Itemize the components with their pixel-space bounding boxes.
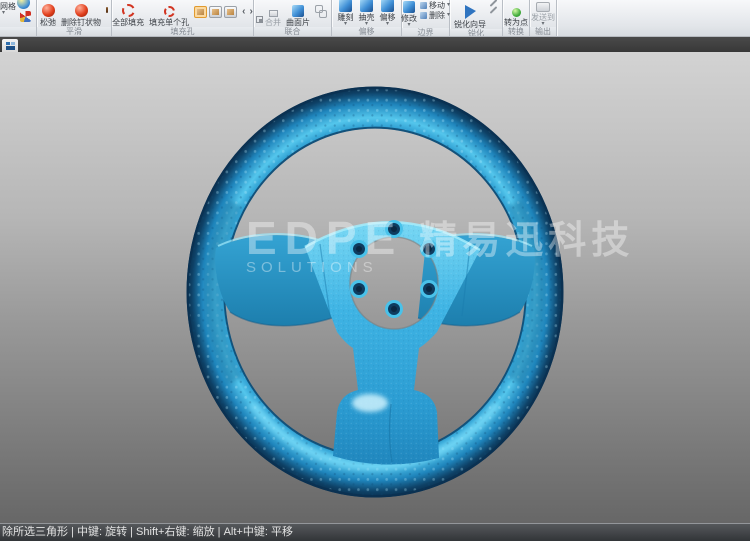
status-bar: 除所选三角形 | 中键: 旋转 | Shift+右键: 缩放 | Alt+中键:… <box>0 523 750 541</box>
fill-method-option-selected[interactable] <box>194 6 207 18</box>
move-icon <box>420 2 427 9</box>
fill-method-option[interactable] <box>209 6 222 18</box>
sharpen-wizard-button[interactable]: 锐化向导 <box>454 10 486 29</box>
send-to-icon <box>536 2 550 12</box>
ribbon-group-convert: 转为点 转换 <box>503 0 530 37</box>
modify-icon <box>403 1 415 13</box>
steering-wheel-mesh <box>0 52 750 523</box>
merge-icon <box>269 10 278 17</box>
viewport-tab[interactable] <box>2 39 18 52</box>
group-caption-combine: 联合 <box>254 27 331 37</box>
ribbon-group-fill-holes: 全部填充 填充单个孔 ‹ › 填充孔 <box>112 0 254 37</box>
shell-button[interactable]: 抽壳 ▾ <box>359 4 375 27</box>
group-caption-output: 输出 <box>530 27 556 37</box>
to-points-icon <box>512 8 521 17</box>
shell-icon <box>360 0 373 12</box>
chevron-down-icon: ▾ <box>541 22 544 27</box>
fill-all-icon <box>122 4 135 17</box>
sharpen-wizard-icon <box>465 5 476 19</box>
fill-single-hole-button[interactable]: 填充单个孔 <box>149 11 189 27</box>
chevron-down-icon[interactable]: ▾ <box>2 11 5 16</box>
move-button[interactable]: 移动▾ <box>420 1 450 10</box>
modify-button[interactable]: 修改 ▾ <box>401 6 417 28</box>
delete-button[interactable]: 删除▾ <box>420 11 450 20</box>
sculpt-icon <box>339 0 352 12</box>
ribbon-group-mesh: 网格 ▾ <box>0 0 37 37</box>
gallery-next-icon[interactable]: › <box>250 6 253 17</box>
group-caption-fill-holes: 填充孔 <box>112 27 253 37</box>
chevron-down-icon: ▾ <box>386 22 389 27</box>
remove-spikes-icon <box>75 4 88 17</box>
ribbon-toolbar: 网格 ▾ 松弛 删除钉状物 平滑 全部填充 <box>0 0 750 37</box>
group-caption-mesh <box>0 27 36 37</box>
clay-lump-icon[interactable] <box>106 7 108 13</box>
delete-icon <box>420 12 427 19</box>
relax-sphere-icon <box>42 4 55 17</box>
offset-icon <box>381 0 394 12</box>
group-caption-smooth: 平滑 <box>37 27 111 37</box>
ribbon-group-smooth: 松弛 删除钉状物 平滑 <box>37 0 112 37</box>
ribbon-group-sharpen: 锐化向导 锐化 <box>450 0 503 37</box>
offset-button[interactable]: 偏移 ▾ <box>380 4 396 27</box>
3d-viewport[interactable]: EDPE SOLUTIONS 精易迅科技 <box>0 52 750 523</box>
pinwheel-icon[interactable] <box>20 11 31 22</box>
merge-button[interactable]: 合并 <box>265 13 281 27</box>
send-to-button[interactable]: 发送到 ▾ <box>531 7 555 27</box>
ribbon-group-offset: 雕刻 ▾ 抽壳 ▾ 偏移 ▾ 偏移 <box>332 0 402 37</box>
surface-patch-icon <box>292 5 304 17</box>
chevron-down-icon: ▾ <box>344 22 347 27</box>
gallery-prev-icon[interactable]: ‹ <box>242 6 245 17</box>
viewport-tab-strip <box>0 37 750 52</box>
sculpt-button[interactable]: 雕刻 ▾ <box>338 4 354 27</box>
sharpen-tool-icon[interactable] <box>490 6 498 14</box>
fill-single-hole-icon <box>164 6 175 17</box>
convert-to-points-button[interactable]: 转为点 <box>504 10 528 27</box>
mesh-sphere-icon[interactable] <box>17 0 30 9</box>
group-caption-sharpen: 锐化 <box>450 29 502 37</box>
ribbon-group-combine: 合并 曲面片 联合 <box>254 0 332 37</box>
relax-button[interactable]: 松弛 <box>40 9 56 27</box>
surface-patch-button[interactable]: 曲面片 <box>286 10 310 27</box>
fill-all-button[interactable]: 全部填充 <box>112 9 144 27</box>
group-caption-boundary: 边界 <box>402 28 449 37</box>
viewport-grid-icon <box>6 42 15 50</box>
remove-spikes-button[interactable]: 删除钉状物 <box>61 9 101 27</box>
status-hint: 除所选三角形 | 中键: 旋转 | Shift+右键: 缩放 | Alt+中键:… <box>2 526 293 538</box>
ribbon-group-boundary: 修改 ▾ 移动▾ 删除▾ 边界 <box>402 0 450 37</box>
chain-link-icon[interactable] <box>315 4 327 18</box>
chevron-down-icon: ▾ <box>407 23 410 28</box>
group-caption-convert: 转换 <box>503 27 529 37</box>
fill-method-option[interactable] <box>224 6 237 18</box>
group-caption-offset: 偏移 <box>332 27 401 37</box>
chevron-down-icon: ▾ <box>365 22 368 27</box>
ribbon-group-output: 发送到 ▾ 输出 <box>530 0 557 37</box>
fill-method-gallery <box>194 6 237 18</box>
